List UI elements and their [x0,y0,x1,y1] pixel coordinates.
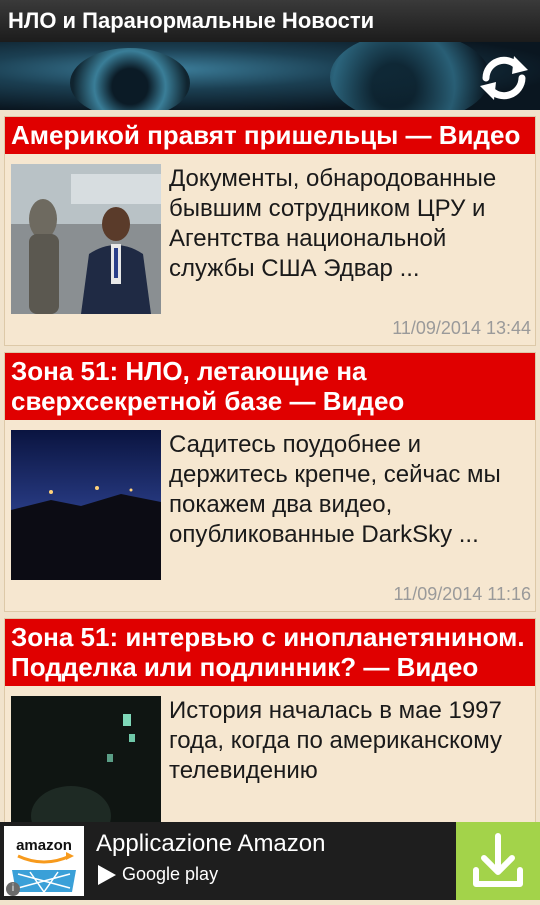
store-name: Google play [122,864,219,884]
download-icon [473,833,523,887]
ad-banner[interactable]: amazon Applicazione Amazon Google play i [0,822,540,900]
article-title[interactable]: Зона 51: интервью с инопланетянином. Под… [5,619,535,686]
article-date: 11/09/2014 11:16 [393,584,531,604]
article-date: 11/09/2014 13:44 [392,318,531,338]
news-card[interactable]: Америкой правят пришельцы — Видео Докуме… [4,116,536,346]
article-title[interactable]: Америкой правят пришельцы — Видео [5,117,535,154]
refresh-icon [480,56,528,100]
amazon-logo-text: amazon [16,837,72,854]
article-title[interactable]: Зона 51: НЛО, летающие на сверхсекретной… [5,353,535,420]
refresh-button[interactable] [476,50,532,106]
google-play-badge[interactable]: Google play [98,864,218,885]
info-icon[interactable]: i [6,882,20,896]
news-card[interactable]: Зона 51: интервью с инопланетянином. Под… [4,618,536,822]
google-play-icon [98,864,116,885]
app-title-bar: НЛО и Паранормальные Новости [0,0,540,42]
article-thumbnail[interactable] [11,430,161,580]
header-banner [0,42,540,110]
article-excerpt: Садитесь поудобнее и держитесь крепче, с… [169,431,501,548]
article-excerpt: История началась в мае 1997 года, когда … [169,697,503,784]
ad-title[interactable]: Applicazione Amazon [96,830,325,858]
article-excerpt: Документы, обнародованные бывшим сотрудн… [169,165,497,282]
download-button[interactable] [456,822,540,900]
article-thumbnail[interactable] [11,164,161,314]
article-thumbnail[interactable] [11,696,161,822]
app-title: НЛО и Паранормальные Новости [8,8,375,33]
news-feed[interactable]: Америкой правят пришельцы — Видео Докуме… [0,110,540,822]
alien-eye-graphic [70,48,190,110]
news-card[interactable]: Зона 51: НЛО, летающие на сверхсекретной… [4,352,536,612]
alien-eye-graphic [330,42,490,110]
